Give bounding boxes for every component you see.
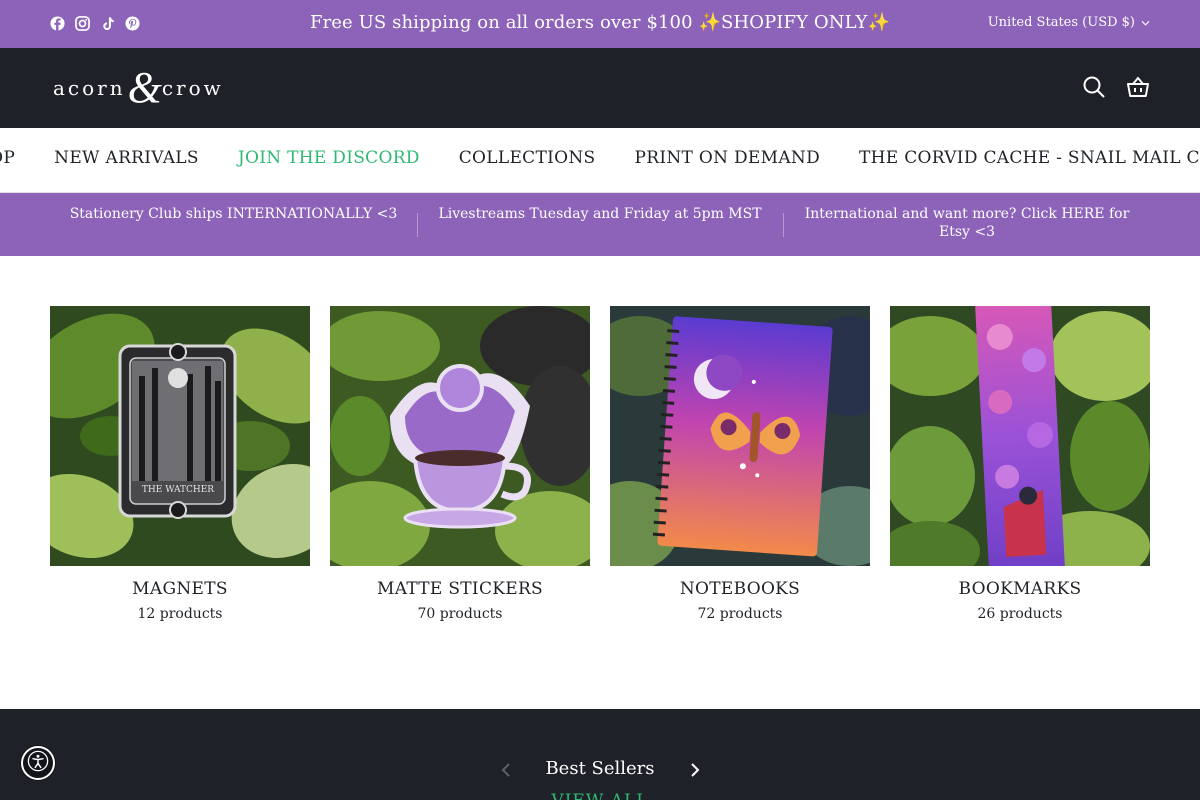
main-nav: SHOP NEW ARRIVALS JOIN THE DISCORD COLLE…	[0, 128, 1200, 193]
header-icons	[1082, 75, 1150, 99]
promo-item-stationery-club[interactable]: Stationery Club ships INTERNATIONALLY <3	[50, 205, 417, 223]
nav-item-print-on-demand[interactable]: PRINT ON DEMAND	[635, 148, 821, 168]
currency-label: United States (USD $)	[987, 15, 1135, 30]
carousel-next-icon[interactable]	[685, 761, 703, 779]
logo[interactable]: acorn & crow	[53, 63, 224, 112]
view-all-link[interactable]: VIEW ALL	[0, 791, 1200, 800]
currency-selector[interactable]: United States (USD $)	[988, 15, 1150, 30]
collection-title: NOTEBOOKS	[679, 579, 801, 599]
collection-card-magnets[interactable]: THE WATCHER MAGNETS 12 products	[50, 306, 310, 622]
logo-word-crow: crow	[161, 76, 224, 100]
accessibility-icon	[27, 750, 49, 776]
search-icon[interactable]	[1082, 75, 1106, 99]
best-sellers-title: Best Sellers	[545, 758, 655, 779]
collection-card-notebooks[interactable]: NOTEBOOKS 72 products	[610, 306, 870, 622]
collection-image-bookmarks	[890, 306, 1150, 566]
collection-title: BOOKMARKS	[958, 579, 1082, 599]
nav-item-shop[interactable]: SHOP	[0, 148, 15, 168]
collection-image-notebooks	[610, 306, 870, 566]
promo-bar: Stationery Club ships INTERNATIONALLY <3…	[0, 193, 1200, 256]
collection-count: 12 products	[137, 606, 223, 622]
logo-word-acorn: acorn	[53, 76, 126, 100]
promo-divider	[783, 213, 784, 237]
announcement-bar: Free US shipping on all orders over $100…	[0, 0, 1200, 48]
collection-title: MATTE STICKERS	[376, 579, 544, 599]
chevron-down-icon	[1141, 15, 1150, 30]
svg-text:THE WATCHER: THE WATCHER	[142, 485, 214, 495]
collection-title: MAGNETS	[132, 579, 228, 599]
collection-card-bookmarks[interactable]: BOOKMARKS 26 products	[890, 306, 1150, 622]
site-header: acorn & crow	[0, 48, 1200, 128]
cart-icon[interactable]	[1126, 75, 1150, 99]
nav-item-join-discord[interactable]: JOIN THE DISCORD	[238, 148, 420, 168]
collection-image-magnets: THE WATCHER	[50, 306, 310, 566]
best-sellers-section: Best Sellers VIEW ALL	[0, 709, 1200, 800]
collection-card-matte-stickers[interactable]: MATTE STICKERS 70 products	[330, 306, 590, 622]
accessibility-button[interactable]	[21, 746, 55, 780]
promo-item-livestreams[interactable]: Livestreams Tuesday and Friday at 5pm MS…	[417, 205, 783, 223]
collection-grid: THE WATCHER MAGNETS 12 products MATTE ST…	[50, 306, 1150, 622]
nav-item-collections[interactable]: COLLECTIONS	[459, 148, 596, 168]
collection-count: 72 products	[697, 606, 783, 622]
collection-count: 70 products	[417, 606, 503, 622]
collection-count: 26 products	[977, 606, 1063, 622]
nav-item-corvid-cache[interactable]: THE CORVID CACHE - SNAIL MAIL CLUB	[859, 148, 1200, 168]
nav-item-new-arrivals[interactable]: NEW ARRIVALS	[54, 148, 199, 168]
logo-ampersand: &	[127, 63, 162, 112]
promo-item-etsy[interactable]: International and want more? Click HERE …	[800, 205, 1134, 241]
collection-image-matte-stickers	[330, 306, 590, 566]
